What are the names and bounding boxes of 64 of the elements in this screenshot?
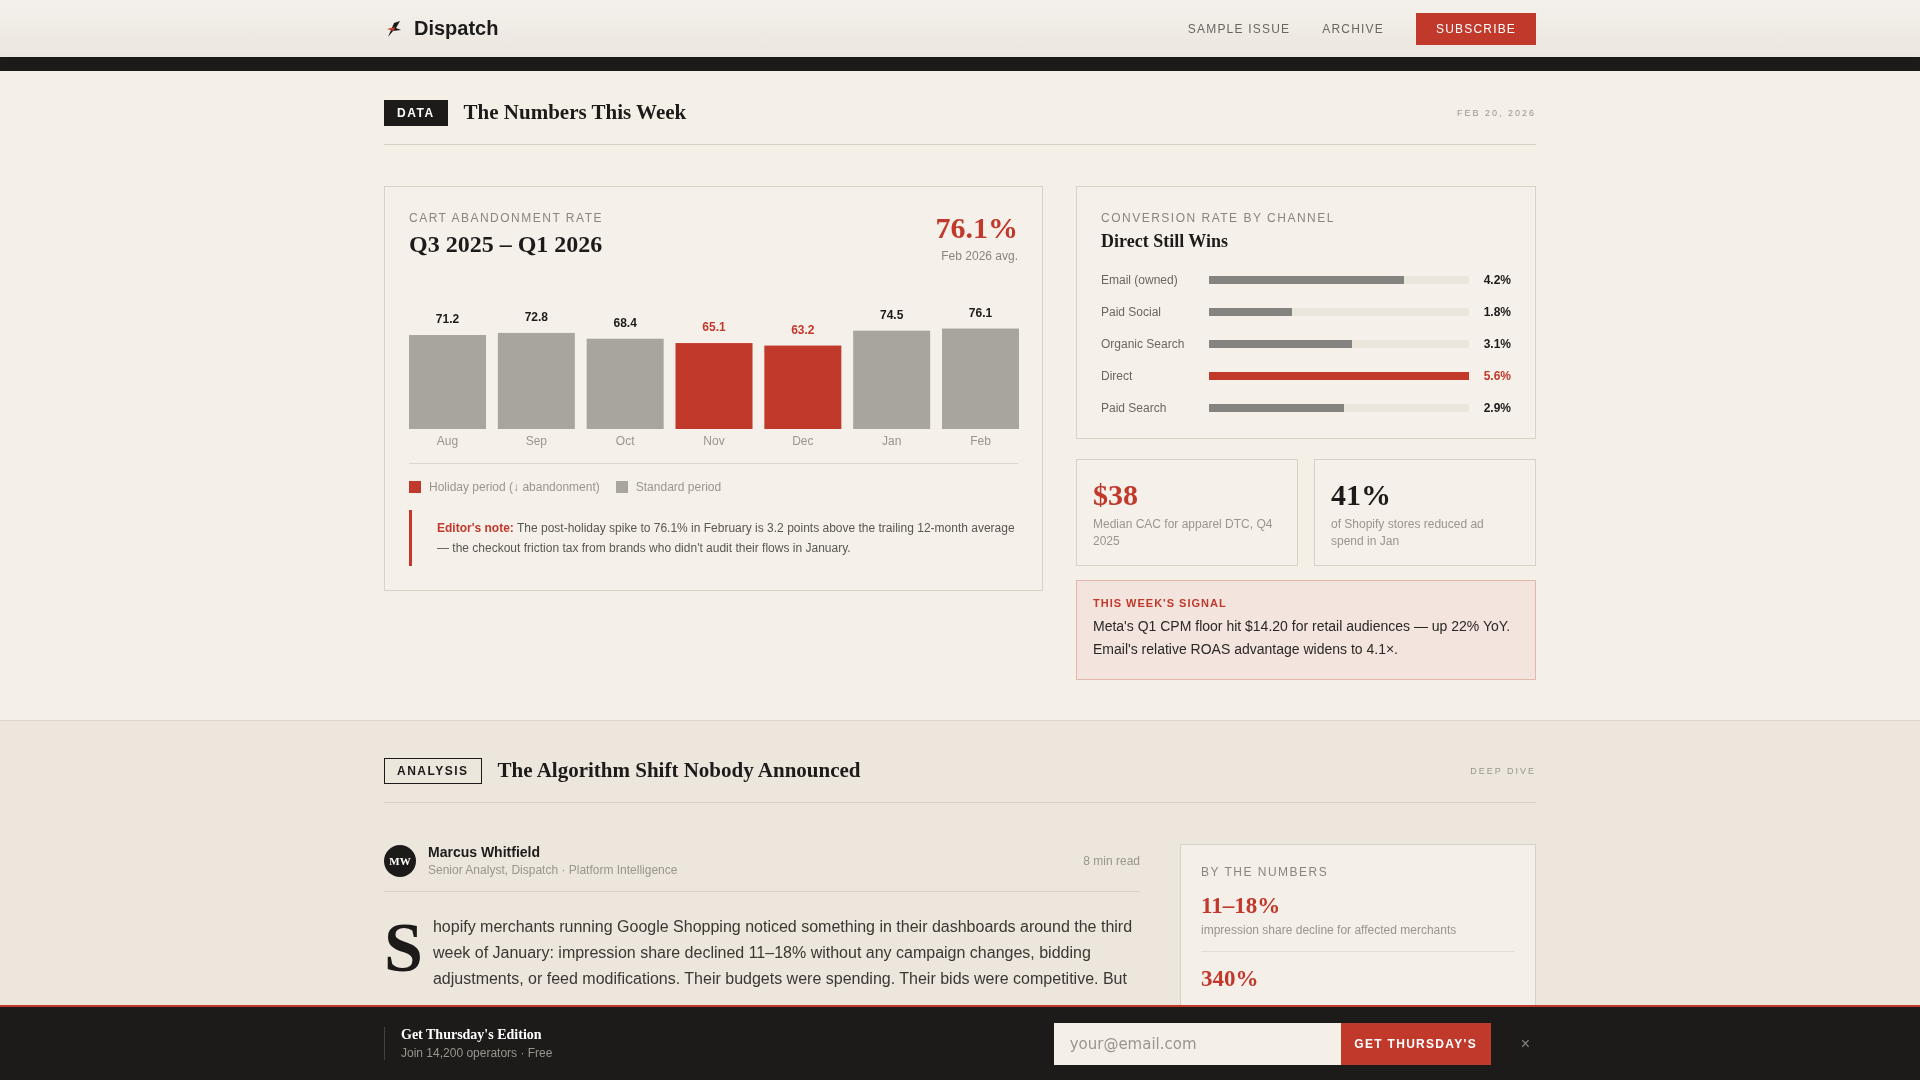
close-button[interactable]: × [1514,1034,1536,1053]
month-label: Jan [882,434,902,448]
stat-value: $38 [1093,478,1139,512]
card-title: Direct Still Wins [1101,231,1229,252]
read-time: 8 min read [1083,853,1140,868]
bar-value: 76.1 [968,305,993,320]
channel-name: Direct [1101,369,1134,383]
drop-cap: S [384,920,423,988]
bar-value: 74.5 [880,307,904,322]
author-role: Senior Analyst, Dispatch · Platform Intelligence [428,863,678,877]
legend-item: Holiday period (↓ abandonment) [409,480,600,494]
article-paragraph: hopify merchants running Google Shopping noticed something in their dashboards around the third week of January: impression share declined 11–18% without any campaign changes, bidding adjustments, or feed modifications. Their budgets were spending. Their bids were competitive. But [432,917,1134,989]
nav-link[interactable]: ARCHIVE [1322,21,1384,36]
section-tag: DATA [384,99,448,126]
signal-title: THIS WEEK'S SIGNAL [1093,597,1228,609]
headline-value: 76.1% [935,211,1018,245]
nav-link[interactable]: SAMPLE ISSUE [1187,21,1291,36]
channel-value: 1.8% [1482,305,1511,319]
channel-value: 3.1% [1482,337,1511,351]
sidebar-title: BY THE NUMBERS [1201,865,1330,879]
section-tag: ANALYSIS [384,757,482,784]
month-label: Sep [525,434,547,448]
bar-value: 71.2 [435,312,460,326]
channel-value: 2.9% [1482,401,1511,415]
stat-caption: impression share decline for affected merchants [1201,923,1458,937]
get-edition-button[interactable]: GET THURSDAY'S [1340,1022,1491,1065]
stat-value: 340% [1201,966,1260,992]
author-name: Marcus Whitfield [428,844,541,860]
month-label: Oct [615,434,635,448]
card-label: CONVERSION RATE BY CHANNEL [1101,211,1336,225]
email-field[interactable]: your@email.com [1053,1022,1341,1065]
card-title: Q3 2025 – Q1 2026 [409,231,603,258]
channel-name: Paid Social [1101,305,1163,319]
card-label: CART ABANDONMENT RATE [409,211,603,225]
bar-value: 63.2 [791,322,815,337]
channel-value: 4.2% [1482,273,1511,287]
stat-caption: of Shopify stores reduced ad spend in Jan [1331,516,1485,550]
channel-name: Organic Search [1101,337,1186,351]
stat-value: 41% [1331,478,1392,512]
section-kicker: DEEP DIVE [1470,765,1536,776]
channel-value: 5.6% [1482,369,1511,383]
month-label: Nov [703,434,725,448]
bar-value: 65.1 [702,320,726,335]
month-label: Aug [436,434,459,448]
subscribe-button[interactable]: SUBSCRIBE [1416,12,1536,45]
stat-caption: Median CAC for apparel DTC, Q4 2025 [1093,516,1274,550]
signal-text: Meta's Q1 CPM floor hit $14.20 for retail audiences — up 22% YoY. Email's relative ROAS advantage widens to 4.1×. [1093,617,1512,659]
stat-value: 11–18% [1201,893,1282,919]
note-text: Editor's note: The post-holiday spike to 76.1% in February is 3.2 points above the trailing 12-month average — the checkout friction tax from brands who didn't audit their flows in January. [437,520,1016,557]
author-avatar: MW [384,844,416,877]
section-title: The Numbers This Week [463,100,688,125]
brand-name[interactable]: Dispatch [414,17,499,40]
signup-subtitle: Join 14,200 operators · Free [401,1046,553,1060]
month-label: Dec [792,434,814,448]
headline-caption: Feb 2026 avg. [940,249,1018,263]
bar-value: 72.8 [524,309,548,324]
channel-name: Paid Search [1101,401,1168,415]
signup-title: Get Thursday's Edition [401,1027,543,1043]
channel-name: Email (owned) [1101,273,1179,287]
legend-item: Standard period [615,480,722,494]
section-title: The Algorithm Shift Nobody Announced [497,758,862,783]
month-label: Feb [970,434,991,448]
issue-date: FEB 20, 2026 [1456,107,1536,118]
bar-value: 68.4 [613,315,637,330]
